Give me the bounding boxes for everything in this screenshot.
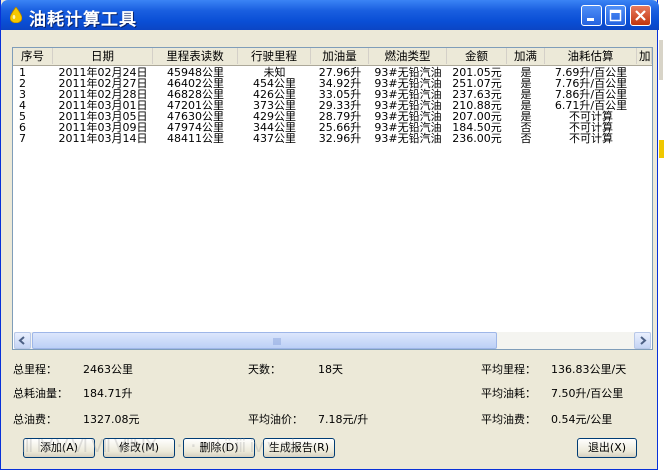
close-icon	[635, 10, 646, 21]
fuel-record-list[interactable]: 序号 日期 里程表读数 行驶里程 加油量 燃油类型 金额 加满 油耗估算 加 1…	[12, 47, 653, 350]
column-header-distance[interactable]: 行驶里程	[238, 48, 311, 64]
avg-consumption-value: 7.50升/百公里	[551, 387, 624, 400]
cell-odometer: 48411公里	[167, 132, 224, 145]
minimize-button[interactable]	[581, 5, 602, 26]
avg-price-label: 平均油价：	[248, 413, 303, 426]
cell-date: 2011年03月14日	[58, 132, 148, 145]
column-header-odometer[interactable]: 里程表读数	[153, 48, 238, 64]
minimize-icon	[587, 18, 594, 21]
grip-icon	[273, 338, 281, 345]
cell-consumption: 不可计算	[569, 132, 613, 145]
cell-cost: 236.00元	[452, 132, 502, 145]
table-row[interactable]: 7 2011年03月14日 48411公里 437公里 32.96升 93#无铅汽油 236…	[13, 133, 652, 144]
scroll-right-button[interactable]	[634, 332, 651, 349]
window-title: 油耗计算工具	[29, 10, 137, 30]
scroll-thumb[interactable]	[32, 332, 497, 349]
cell-fuel-amount: 32.96升	[318, 132, 362, 145]
generate-report-button[interactable]: 生成报告(R)	[263, 438, 335, 458]
total-mileage-label: 总里程：	[13, 363, 57, 376]
main-window: 油耗计算工具 序号 日期 里程表读数 行驶里程 加油量 燃油类型 金额 加满 油…	[0, 0, 659, 470]
column-header-extra[interactable]: 加	[637, 48, 652, 64]
horizontal-scrollbar[interactable]	[14, 332, 651, 349]
chevron-left-icon	[18, 336, 25, 345]
cell-distance: 437公里	[253, 132, 296, 145]
column-header-date[interactable]: 日期	[53, 48, 153, 64]
column-header-cost[interactable]: 金额	[447, 48, 507, 64]
close-button[interactable]	[630, 5, 651, 26]
column-header-fuel-type[interactable]: 燃油类型	[369, 48, 447, 64]
avg-mileage-value: 136.83公里/天	[551, 363, 627, 376]
avg-consumption-label: 平均油耗：	[481, 387, 536, 400]
exit-button[interactable]: 退出(X)	[577, 438, 637, 458]
add-button[interactable]: 添加(A)	[23, 438, 95, 458]
maximize-icon	[609, 9, 622, 22]
avg-price-value: 7.18元/升	[318, 413, 369, 426]
title-bar[interactable]: 油耗计算工具	[1, 0, 659, 30]
cell-full: 否	[520, 132, 532, 145]
total-cost-label: 总油费：	[13, 413, 57, 426]
maximize-button[interactable]	[605, 5, 626, 26]
column-header-full[interactable]: 加满	[507, 48, 545, 64]
cell-index: 7	[19, 132, 26, 145]
background-strip	[658, 0, 664, 472]
avg-mileage-label: 平均里程：	[481, 363, 536, 376]
scroll-left-button[interactable]	[14, 332, 31, 349]
total-cost-value: 1327.08元	[83, 413, 140, 426]
avg-cost-value: 0.54元/公里	[551, 413, 613, 426]
total-fuel-value: 184.71升	[83, 387, 133, 400]
oil-drop-icon	[10, 7, 22, 23]
total-mileage-value: 2463公里	[83, 363, 133, 376]
total-fuel-label: 总耗油量：	[13, 387, 68, 400]
edit-button[interactable]: 修改(M)	[103, 438, 175, 458]
cell-fuel-type: 93#无铅汽油	[374, 132, 442, 145]
column-header-fuel-amount[interactable]: 加油量	[311, 48, 369, 64]
column-header-consumption[interactable]: 油耗估算	[545, 48, 637, 64]
days-value: 18天	[318, 363, 343, 376]
list-header: 序号 日期 里程表读数 行驶里程 加油量 燃油类型 金额 加满 油耗估算 加	[13, 48, 652, 66]
days-label: 天数：	[248, 363, 281, 376]
avg-cost-label: 平均油费：	[481, 413, 536, 426]
chevron-right-icon	[640, 336, 647, 345]
delete-button[interactable]: 删除(D)	[183, 438, 255, 458]
column-header-index[interactable]: 序号	[13, 48, 53, 64]
